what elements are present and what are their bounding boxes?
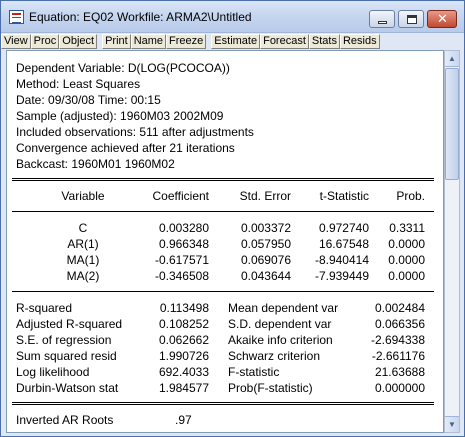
coef-variable: AR(1) (67, 237, 99, 251)
window-title: Equation: EQ02 Workfile: ARMA2\Untitled (29, 10, 252, 24)
view-button[interactable]: View (1, 34, 31, 49)
coef-prob: 0.3311 (389, 221, 425, 235)
stats-bottom-rule (12, 402, 434, 405)
coef-value: -0.346508 (154, 269, 209, 283)
stat-label-left: Durbin-Watson stat (16, 381, 119, 395)
object-button[interactable]: Object (59, 34, 98, 49)
col-header-prob: Prob. (396, 189, 425, 203)
minimize-button[interactable] (369, 10, 395, 28)
stat-label-right: Prob(F-statistic) (228, 381, 313, 395)
name-button[interactable]: Name (130, 34, 167, 49)
forecast-button[interactable]: Forecast (260, 34, 309, 49)
minimize-icon (378, 21, 387, 24)
coef-t-statistic: -7.939449 (314, 269, 369, 283)
observations-line: Included observations: 511 after adjustm… (16, 125, 254, 139)
stat-label-left: Sum squared resid (16, 349, 117, 363)
close-icon: ✕ (437, 12, 448, 27)
maximize-button[interactable] (398, 10, 424, 28)
eviews-equation-icon (9, 10, 24, 24)
method-line: Method: Least Squares (16, 77, 141, 91)
col-header-std-error: Std. Error (239, 189, 291, 203)
coef-t-statistic: -8.940414 (314, 253, 369, 267)
backcast-line: Backcast: 1960M01 1960M02 (16, 157, 175, 171)
coef-std-error: 0.057950 (240, 237, 291, 251)
close-button[interactable]: ✕ (427, 10, 457, 28)
stat-value-left: 692.4033 (158, 365, 209, 379)
stat-value-right: 0.066356 (374, 317, 425, 331)
coef-variable: MA(2) (66, 269, 100, 283)
col-header-coefficient: Coefficient (152, 189, 209, 203)
stat-label-left: Adjusted R-squared (16, 317, 123, 331)
coef-value: 0.966348 (158, 237, 209, 251)
stat-label-left: S.E. of regression (16, 333, 112, 347)
coef-prob: 0.0000 (388, 253, 425, 267)
stat-label-right: Mean dependent var (228, 301, 339, 315)
stat-value-left: 0.113498 (159, 301, 209, 315)
stat-label-left: Log likelihood (16, 365, 90, 379)
coef-t-statistic: 0.972740 (318, 221, 369, 235)
stat-value-left: 0.108252 (158, 317, 209, 331)
stat-label-right: Schwarz criterion (228, 349, 321, 363)
output-pane: Dependent Variable: D(LOG(PCOCOA)) Metho… (6, 50, 444, 433)
coef-std-error: 0.003372 (240, 221, 291, 235)
stat-value-left: 1.990726 (158, 349, 209, 363)
maximize-icon (407, 15, 417, 24)
print-button[interactable]: Print (102, 34, 131, 49)
stat-label-right: Akaike info criterion (228, 333, 333, 347)
date-line: Date: 09/30/08 Time: 00:15 (16, 93, 161, 107)
col-header-t-statistic: t-Statistic (319, 189, 369, 203)
coef-value: -0.617571 (154, 253, 209, 267)
dependent-variable-line: Dependent Variable: D(LOG(PCOCOA)) (16, 61, 230, 75)
stat-value-left: 1.984577 (158, 381, 209, 395)
stats-top-rule (12, 291, 434, 292)
stat-value-right: 0.002484 (374, 301, 425, 315)
coef-variable: C (78, 221, 88, 235)
scroll-thumb[interactable] (445, 68, 459, 180)
table-top-rule (12, 178, 434, 181)
title-bar[interactable]: Equation: EQ02 Workfile: ARMA2\Untitled … (1, 1, 464, 33)
stat-value-left: 0.062662 (158, 333, 209, 347)
convergence-line: Convergence achieved after 21 iterations (16, 141, 235, 155)
proc-button[interactable]: Proc (30, 34, 60, 49)
coef-std-error: 0.069076 (240, 253, 291, 267)
scroll-down-arrow-icon[interactable]: ▼ (445, 416, 459, 432)
inverted-ar-roots-value: .97 (175, 413, 192, 427)
coef-value: 0.003280 (158, 221, 209, 235)
stat-label-left: R-squared (16, 301, 73, 315)
stat-label-right: F-statistic (228, 365, 280, 379)
stat-label-right: S.D. dependent var (228, 317, 332, 331)
coef-t-statistic: 16.67548 (318, 237, 369, 251)
stat-value-right: -2.661176 (371, 349, 425, 363)
equation-window: Equation: EQ02 Workfile: ARMA2\Untitled … (0, 0, 465, 437)
coef-std-error: 0.043644 (240, 269, 291, 283)
freeze-button[interactable]: Freeze (166, 34, 207, 49)
inverted-ar-roots-label: Inverted AR Roots (16, 413, 114, 427)
stats-button[interactable]: Stats (308, 34, 340, 49)
coef-variable: MA(1) (66, 253, 100, 267)
stat-value-right: -2.694338 (370, 333, 425, 347)
coef-prob: 0.0000 (388, 269, 425, 283)
resids-button[interactable]: Resids (339, 34, 380, 49)
table-header-rule (12, 211, 434, 212)
sample-line: Sample (adjusted): 1960M03 2002M09 (16, 109, 224, 123)
col-header-variable: Variable (61, 189, 105, 203)
estimate-button[interactable]: Estimate (211, 34, 261, 49)
scroll-up-arrow-icon[interactable]: ▲ (445, 51, 459, 67)
stat-value-right: 0.000000 (374, 381, 425, 395)
vertical-scrollbar[interactable]: ▲ ▼ (444, 50, 460, 433)
toolbar: View Proc Object Print Name Freeze Estim… (1, 34, 464, 49)
stat-value-right: 21.63688 (374, 365, 425, 379)
coef-prob: 0.0000 (388, 237, 425, 251)
